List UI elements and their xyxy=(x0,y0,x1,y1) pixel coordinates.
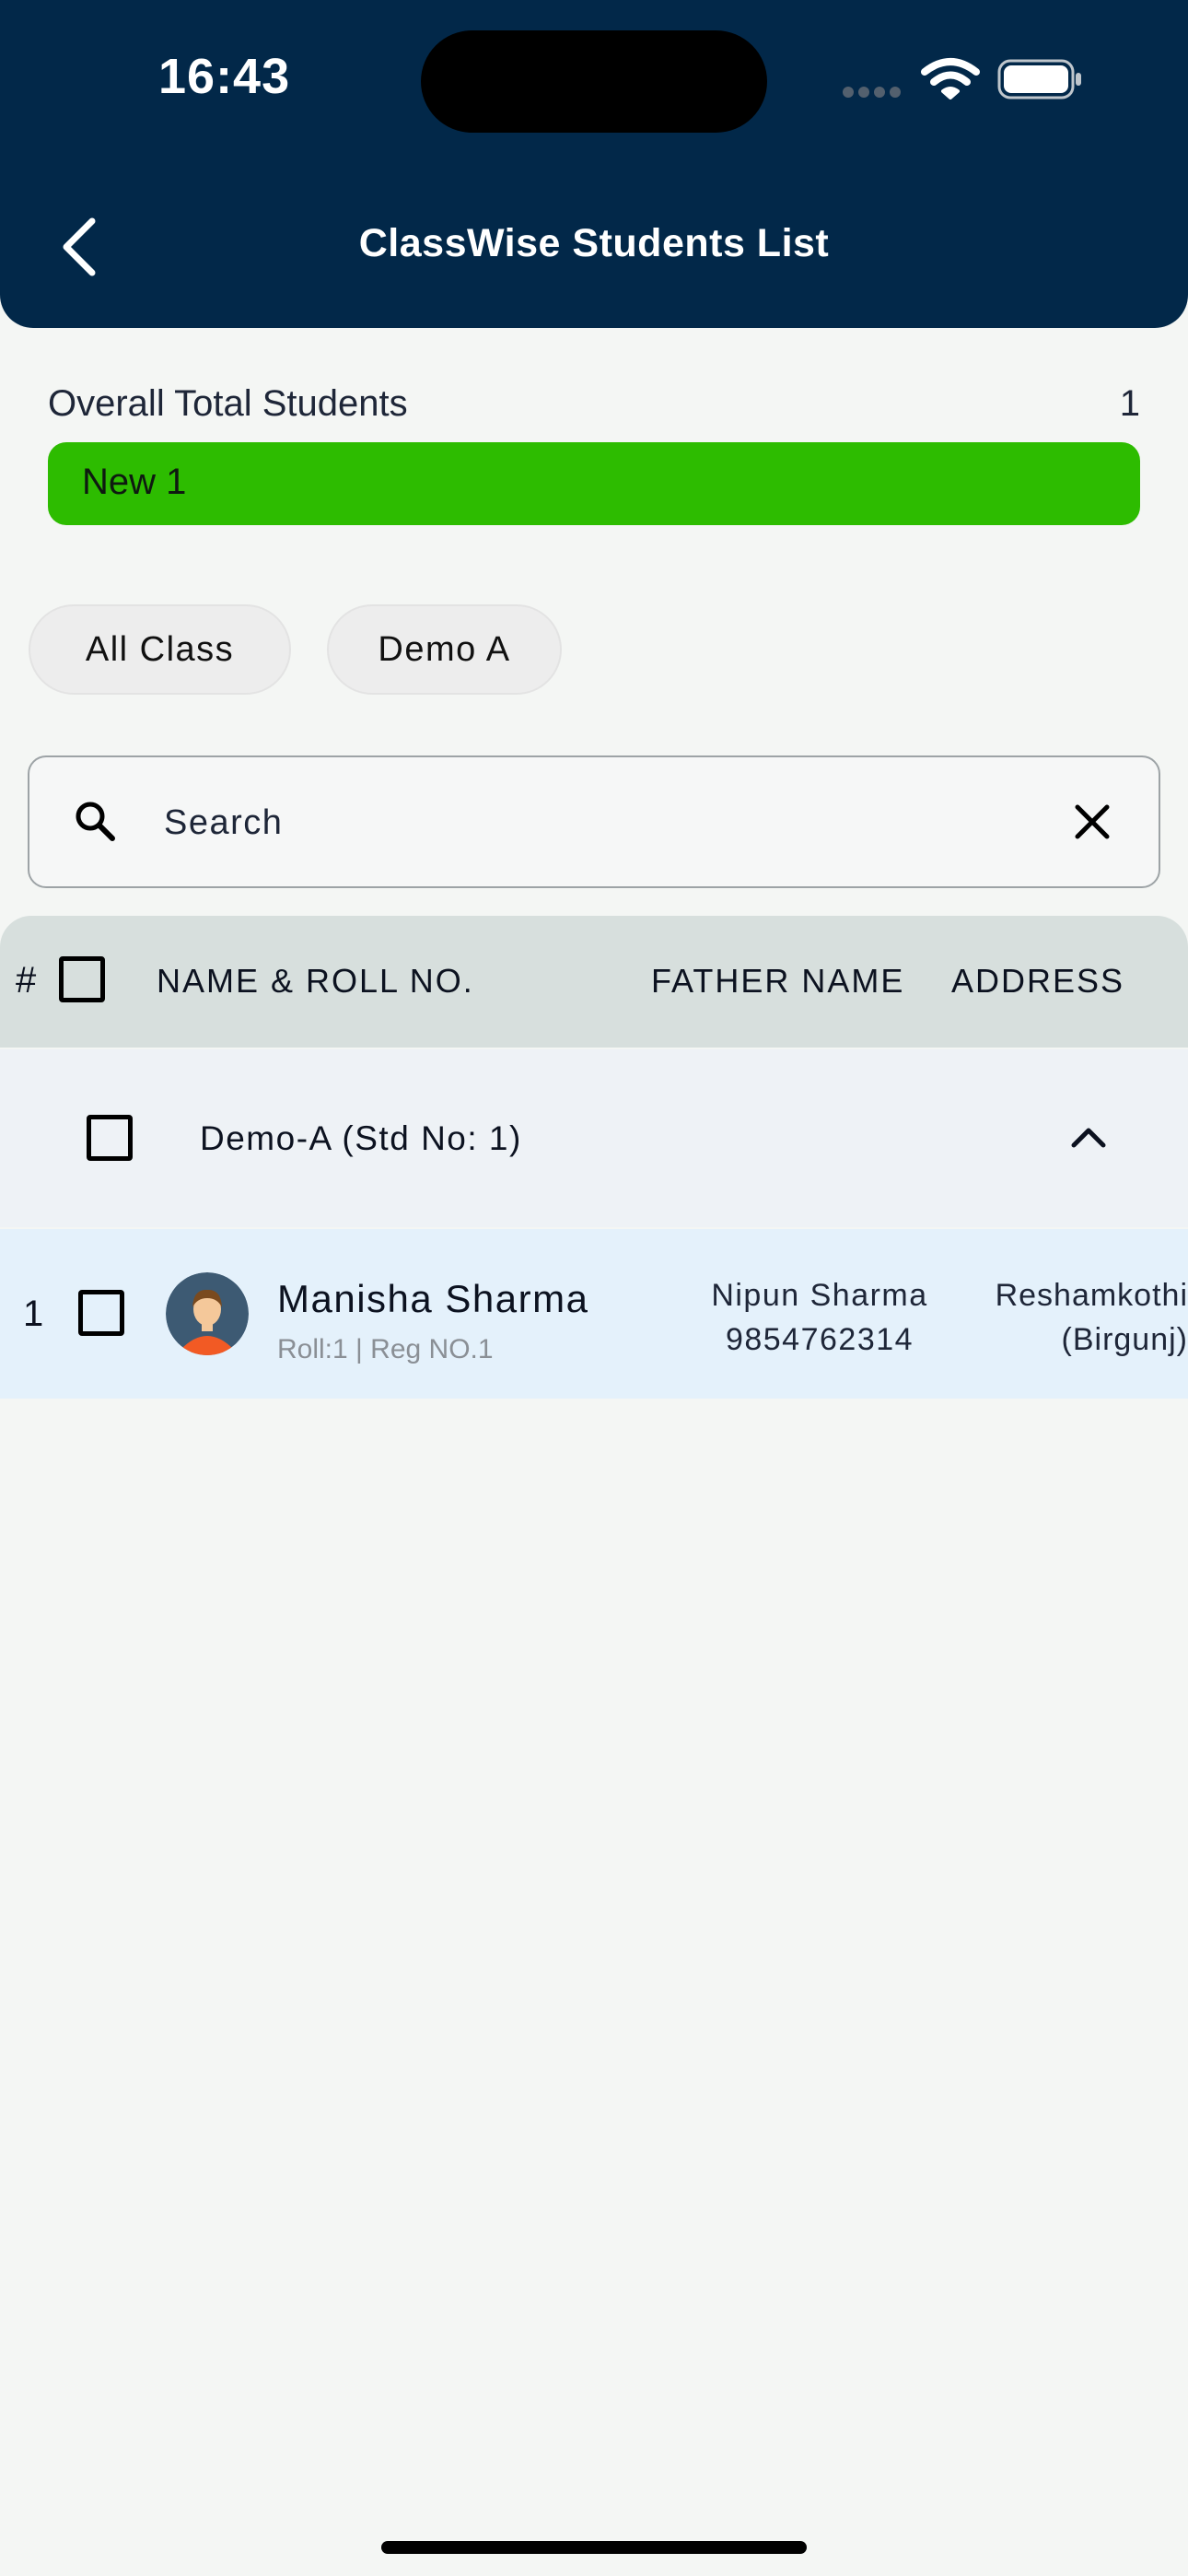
signal-dots-icon xyxy=(843,87,901,98)
group-label: Demo-A (Std No: 1) xyxy=(200,1119,522,1157)
avatar xyxy=(166,1272,249,1355)
new-students-bar: New 1 xyxy=(48,442,1140,525)
close-icon[interactable] xyxy=(1072,802,1112,842)
app-header: 16:43 ClassWise Students List xyxy=(0,0,1188,328)
group-checkbox[interactable] xyxy=(87,1115,133,1161)
new-students-label: New 1 xyxy=(82,462,187,502)
father-cell: Nipun Sharma 9854762314 xyxy=(677,1273,962,1362)
total-students-label: Overall Total Students xyxy=(48,383,408,424)
table-row[interactable]: 1 Manisha Sharma Roll:1 | Reg NO.1 Nipun… xyxy=(0,1229,1188,1399)
home-indicator[interactable] xyxy=(381,2541,807,2554)
address-cell: Reshamkothi (Birgunj) xyxy=(967,1273,1188,1362)
header-address: ADDRESS xyxy=(951,962,1125,1000)
row-checkbox[interactable] xyxy=(78,1290,124,1336)
chevron-up-icon[interactable] xyxy=(1068,1123,1109,1151)
filter-chip-all-class[interactable]: All Class xyxy=(29,604,291,695)
dynamic-island xyxy=(421,30,767,133)
search-input[interactable] xyxy=(162,796,995,849)
father-name: Nipun Sharma xyxy=(711,1278,928,1313)
select-all-checkbox[interactable] xyxy=(59,956,105,1002)
address-line1: Reshamkothi xyxy=(995,1278,1188,1313)
student-name: Manisha Sharma xyxy=(277,1277,589,1320)
filter-chip-demo-a[interactable]: Demo A xyxy=(327,604,562,695)
class-group-header[interactable]: Demo-A (Std No: 1) xyxy=(0,1049,1188,1227)
wifi-icon xyxy=(921,58,980,100)
row-index: 1 xyxy=(23,1294,44,1334)
page-title: ClassWise Students List xyxy=(358,221,830,265)
address-line2: (Birgunj) xyxy=(1061,1322,1188,1357)
header-father-name: FATHER NAME xyxy=(651,962,905,1000)
table-header: # NAME & ROLL NO. FATHER NAME ADDRESS xyxy=(0,916,1188,1048)
total-students-count: 1 xyxy=(1119,383,1140,424)
search-bar xyxy=(28,755,1160,888)
status-time: 16:43 xyxy=(158,49,291,104)
header-name-roll: NAME & ROLL NO. xyxy=(157,962,474,1000)
student-roll-reg: Roll:1 | Reg NO.1 xyxy=(277,1334,494,1364)
father-phone: 9854762314 xyxy=(725,1322,914,1357)
search-icon xyxy=(76,802,115,841)
battery-icon xyxy=(997,59,1081,100)
header-index: # xyxy=(16,960,39,1001)
